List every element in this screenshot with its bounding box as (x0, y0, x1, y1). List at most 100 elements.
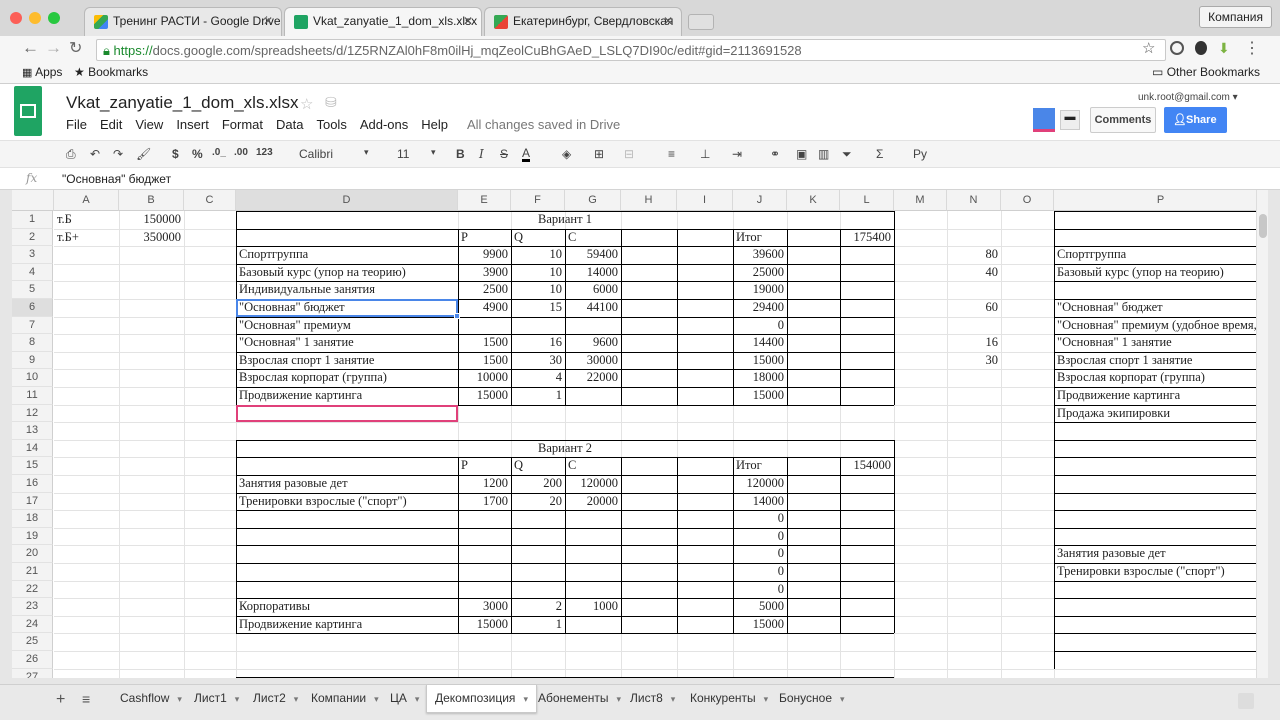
menu-tools[interactable]: Tools (316, 117, 346, 132)
vertical-align-icon[interactable]: ⊥ (700, 147, 710, 161)
chevron-down-icon[interactable]: ▾ (177, 694, 182, 704)
column-header-j[interactable]: J (733, 190, 787, 211)
row-header-11[interactable]: 11 (12, 387, 53, 405)
cell-n4[interactable]: 40 (947, 264, 1001, 282)
cell-e16[interactable]: 1200 (458, 475, 511, 493)
cell-l15[interactable]: 154000 (840, 457, 894, 475)
cell-b2[interactable]: 350000 (119, 229, 184, 247)
column-header-l[interactable]: L (840, 190, 894, 211)
cell-e10[interactable]: 10000 (458, 369, 511, 387)
cell-n3[interactable]: 80 (947, 246, 1001, 264)
cell-j23[interactable]: 5000 (733, 598, 787, 616)
cell-f10[interactable]: 4 (511, 369, 565, 387)
formula-input[interactable]: "Основная" бюджет (62, 172, 171, 186)
insert-link-icon[interactable]: ⚭ (770, 147, 780, 161)
cell-p10[interactable]: Взрослая корпорат (группа) (1054, 369, 1268, 387)
cell-f24[interactable]: 1 (511, 616, 565, 634)
cell-b1[interactable]: 150000 (119, 211, 184, 229)
cell-f11[interactable]: 1 (511, 387, 565, 405)
cell-j8[interactable]: 14400 (733, 334, 787, 352)
cell-p12[interactable]: Продажа экипировки (1054, 405, 1268, 423)
reload-icon[interactable]: ↻ (69, 38, 82, 58)
cell-j3[interactable]: 39600 (733, 246, 787, 264)
row-header-21[interactable]: 21 (12, 563, 53, 581)
cell-e23[interactable]: 3000 (458, 598, 511, 616)
print-icon[interactable]: ⎙ (66, 147, 76, 162)
row-header-8[interactable]: 8 (12, 334, 53, 352)
close-window-icon[interactable] (10, 12, 22, 24)
sheet-tab-3[interactable]: Лист2 ▾ (245, 685, 306, 713)
add-sheet-icon[interactable]: + (56, 691, 65, 709)
cell-j18[interactable]: 0 (733, 510, 787, 528)
column-header-o[interactable]: O (1001, 190, 1054, 211)
text-color-icon[interactable]: A (522, 147, 531, 162)
close-tab-icon[interactable]: ✕ (263, 14, 273, 28)
text-wrap-icon[interactable]: ⇥ (732, 147, 742, 161)
column-header-e[interactable]: E (458, 190, 511, 211)
functions-icon[interactable]: Σ (876, 147, 883, 161)
cell-g5[interactable]: 6000 (565, 281, 621, 299)
cell-d5[interactable]: Индивидуальные занятия (236, 281, 458, 299)
cell-j22[interactable]: 0 (733, 581, 787, 599)
row-header-3[interactable]: 3 (12, 246, 53, 264)
cell-d10[interactable]: Взрослая корпорат (группа) (236, 369, 458, 387)
redo-icon[interactable]: ↷ (113, 147, 123, 161)
cell-e3[interactable]: 9900 (458, 246, 511, 264)
maximize-window-icon[interactable] (48, 12, 60, 24)
row-header-13[interactable]: 13 (12, 422, 53, 440)
cell-j11[interactable]: 15000 (733, 387, 787, 405)
cell-j7[interactable]: 0 (733, 317, 787, 335)
other-bookmarks[interactable]: ▭ Other Bookmarks (1152, 65, 1260, 79)
cell-d1[interactable]: Вариант 1 (236, 211, 894, 229)
chevron-down-icon[interactable]: ▾ (415, 694, 420, 704)
download-extension-icon[interactable]: ⬇ (1218, 40, 1230, 57)
cell-e24[interactable]: 15000 (458, 616, 511, 634)
cell-n9[interactable]: 30 (947, 352, 1001, 370)
row-header-4[interactable]: 4 (12, 263, 53, 282)
cell-n6[interactable]: 60 (947, 299, 1001, 317)
filter-icon[interactable]: ⏷ (842, 147, 852, 162)
sheet-tab-5[interactable]: ЦА ▾ (382, 685, 427, 713)
cell-j15[interactable]: Итог (733, 457, 787, 475)
new-tab-button[interactable] (688, 14, 714, 30)
all-sheets-icon[interactable]: ≡ (82, 691, 90, 707)
sheets-logo[interactable] (14, 86, 42, 136)
cell-g3[interactable]: 59400 (565, 246, 621, 264)
cell-j9[interactable]: 15000 (733, 352, 787, 370)
profile-button[interactable]: Компания (1199, 6, 1272, 28)
cell-g4[interactable]: 14000 (565, 264, 621, 282)
cell-d3[interactable]: Спортгруппа (236, 246, 458, 264)
cell-e9[interactable]: 1500 (458, 352, 511, 370)
cell-f16[interactable]: 200 (511, 475, 565, 493)
scrollbar-thumb[interactable] (1259, 214, 1267, 238)
chevron-down-icon[interactable]: ▾ (235, 694, 240, 704)
input-tools-button[interactable]: Ру (913, 147, 927, 161)
cell-j5[interactable]: 19000 (733, 281, 787, 299)
cell-p21[interactable]: Тренировки взрослые ("спорт") (1054, 563, 1268, 581)
cell-d9[interactable]: Взрослая спорт 1 занятие (236, 352, 458, 370)
chevron-down-icon[interactable]: ▾ (523, 694, 528, 704)
column-header-g[interactable]: G (565, 190, 621, 211)
cell-j2[interactable]: Итог (733, 229, 787, 247)
cell-f2[interactable]: Q (511, 229, 565, 247)
row-header-25[interactable]: 25 (12, 633, 53, 651)
bold-icon[interactable]: B (456, 147, 465, 161)
cell-e4[interactable]: 3900 (458, 264, 511, 282)
cell-l2[interactable]: 175400 (840, 229, 894, 247)
decrease-decimal-button[interactable]: .0_ (212, 147, 226, 158)
vertical-scrollbar[interactable] (1256, 190, 1268, 678)
close-tab-icon[interactable]: ✕ (663, 14, 673, 28)
menu-insert[interactable]: Insert (176, 117, 209, 132)
sheet-tab-2[interactable]: Лист1 ▾ (186, 685, 247, 713)
cell-j4[interactable]: 25000 (733, 264, 787, 282)
row-header-6[interactable]: 6 (12, 299, 53, 317)
column-header-d[interactable]: D (236, 190, 458, 211)
cell-g15[interactable]: C (565, 457, 621, 475)
cell-p3[interactable]: Спортгруппа (1054, 246, 1268, 264)
column-header-b[interactable]: B (119, 190, 184, 211)
account-email[interactable]: unk.root@gmail.com ▾ (1138, 92, 1238, 103)
merge-cells-icon[interactable]: ⊟ (624, 147, 634, 161)
row-header-18[interactable]: 18 (12, 510, 53, 528)
menu-edit[interactable]: Edit (100, 117, 122, 132)
extension-icon[interactable] (1195, 41, 1207, 55)
